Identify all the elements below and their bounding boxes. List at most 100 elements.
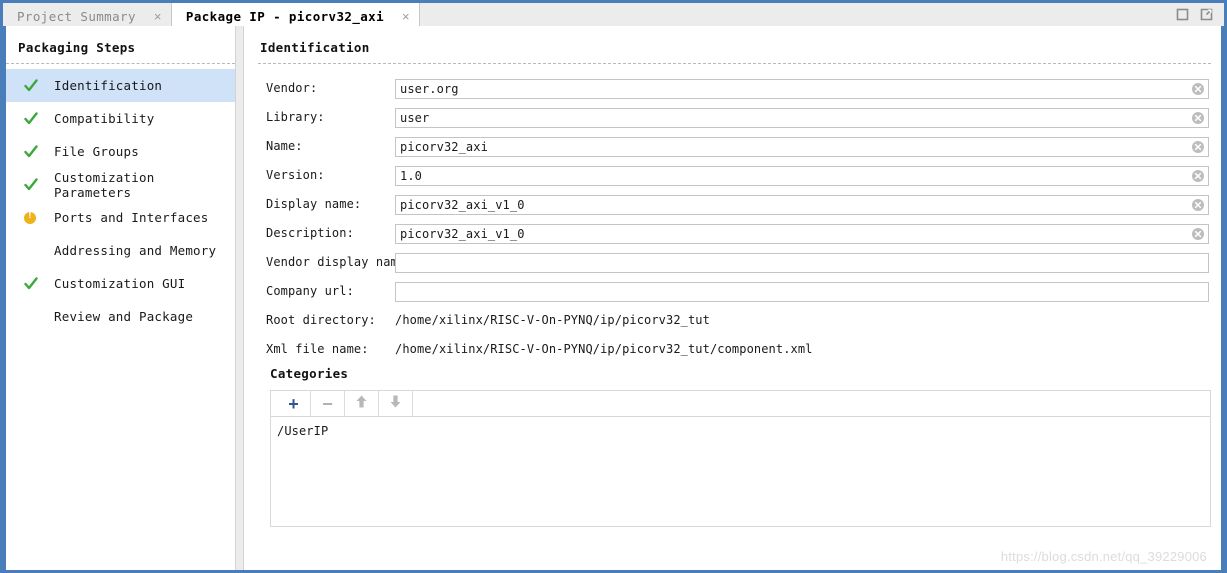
version-field-wrap: [395, 165, 1209, 186]
arrow-up-icon: [355, 394, 368, 413]
clear-icon[interactable]: [1191, 197, 1205, 211]
categories-section: Categories + − /UserIP: [244, 366, 1221, 527]
vendor-label: Vendor:: [266, 80, 318, 95]
tab-bar-filler: [420, 3, 1176, 26]
close-icon[interactable]: ×: [402, 10, 410, 23]
sidebar-item-label: Review and Package: [54, 309, 194, 324]
field-row-display-name: Display name:: [244, 189, 1221, 218]
packaging-steps-title: Packaging Steps: [18, 40, 136, 55]
company-url-input[interactable]: [395, 281, 1209, 302]
field-row-description: Description:: [244, 218, 1221, 247]
maximize-icon[interactable]: [1176, 8, 1189, 21]
categories-box: + − /UserIP: [270, 390, 1211, 527]
company-url-label: Company url:: [266, 283, 354, 298]
library-input[interactable]: [395, 107, 1209, 128]
sidebar-item-identification[interactable]: Identification: [6, 69, 235, 102]
clear-icon[interactable]: [1191, 226, 1205, 240]
field-row-root-directory: Root directory: /home/xilinx/RISC-V-On-P…: [244, 305, 1221, 334]
tab-label: Project Summary: [17, 8, 136, 24]
clear-icon[interactable]: [1191, 168, 1205, 182]
display-name-label: Display name:: [266, 196, 362, 211]
sidebar-item-file-groups[interactable]: File Groups: [6, 135, 235, 168]
tab-label: Package IP - picorv32_axi: [185, 8, 385, 24]
vendor-display-name-input[interactable]: [395, 252, 1209, 273]
vendor-display-name-field-wrap: [395, 252, 1209, 273]
sidebar-item-compatibility[interactable]: Compatibility: [6, 102, 235, 135]
library-label: Library:: [266, 109, 325, 124]
field-row-vendor-display-name: Vendor display name:: [244, 247, 1221, 276]
check-icon: [24, 177, 46, 192]
vendor-display-name-label: Vendor display name:: [266, 254, 413, 269]
sidebar-item-addressing-and-memory[interactable]: Addressing and Memory: [6, 234, 235, 267]
check-icon: [24, 111, 46, 126]
sidebar-item-label: Customization Parameters: [54, 169, 155, 200]
categories-toolbar: + −: [271, 391, 1210, 417]
list-item[interactable]: /UserIP: [277, 423, 1210, 439]
categories-title: Categories: [270, 366, 349, 381]
name-label: Name:: [266, 138, 303, 153]
field-row-company-url: Company url:: [244, 276, 1221, 305]
library-field-wrap: [395, 107, 1209, 128]
company-url-field-wrap: [395, 281, 1209, 302]
version-label: Version:: [266, 167, 325, 182]
sidebar-item-customization-parameters[interactable]: Customization Parameters: [6, 168, 235, 201]
check-icon: [24, 144, 46, 159]
float-window-icon[interactable]: [1200, 8, 1213, 21]
xml-file-name-label: Xml file name:: [266, 341, 369, 356]
title-divider: [258, 63, 1211, 64]
field-row-library: Library:: [244, 102, 1221, 131]
sidebar-item-customization-gui[interactable]: Customization GUI: [6, 267, 235, 300]
move-up-category-button[interactable]: [345, 391, 379, 416]
packaging-steps-panel: Packaging Steps Identification Compatibi…: [3, 26, 236, 570]
field-row-name: Name:: [244, 131, 1221, 160]
sidebar-item-review-and-package[interactable]: Review and Package: [6, 300, 235, 333]
sidebar-item-ports-and-interfaces[interactable]: Ports and Interfaces: [6, 201, 235, 234]
check-icon: [24, 276, 46, 291]
description-label: Description:: [266, 225, 354, 240]
name-field-wrap: [395, 136, 1209, 157]
display-name-input[interactable]: [395, 194, 1209, 215]
vendor-input[interactable]: [395, 78, 1209, 99]
clear-icon[interactable]: [1191, 139, 1205, 153]
field-row-vendor: Vendor:: [244, 73, 1221, 102]
sidebar-item-label: Ports and Interfaces: [54, 210, 209, 225]
package-ip-window: Project Summary × Package IP - picorv32_…: [0, 0, 1227, 573]
description-input[interactable]: [395, 223, 1209, 244]
warning-icon: [24, 210, 46, 224]
display-name-field-wrap: [395, 194, 1209, 215]
sidebar-item-label: Addressing and Memory: [54, 243, 217, 258]
tab-bar: Project Summary × Package IP - picorv32_…: [3, 0, 1224, 29]
close-icon[interactable]: ×: [154, 10, 162, 23]
packaging-steps-list: Identification Compatibility File Groups: [6, 69, 235, 333]
sidebar-item-label: Customization GUI: [54, 276, 186, 291]
check-icon: [24, 78, 46, 93]
arrow-down-icon: [389, 394, 402, 413]
sidebar-item-label: File Groups: [54, 144, 139, 159]
sidebar-item-label: Compatibility: [54, 111, 155, 126]
watermark-text: https://blog.csdn.net/qq_39229006: [1000, 549, 1207, 564]
content-area: Packaging Steps Identification Compatibi…: [3, 26, 1224, 570]
root-directory-label: Root directory:: [266, 312, 376, 327]
add-category-button[interactable]: +: [277, 391, 311, 416]
field-row-xml-file-name: Xml file name: /home/xilinx/RISC-V-On-PY…: [244, 334, 1221, 363]
identification-form: Vendor: Library:: [244, 73, 1221, 363]
description-field-wrap: [395, 223, 1209, 244]
categories-list: /UserIP: [271, 417, 1210, 439]
plus-icon: +: [288, 393, 299, 414]
clear-icon[interactable]: [1191, 81, 1205, 95]
name-input[interactable]: [395, 136, 1209, 157]
identification-panel: Identification Vendor: Library:: [243, 26, 1224, 570]
root-directory-value: /home/xilinx/RISC-V-On-PYNQ/ip/picorv32_…: [395, 312, 710, 327]
version-input[interactable]: [395, 165, 1209, 186]
clear-icon[interactable]: [1191, 110, 1205, 124]
sidebar-divider: [6, 63, 235, 64]
window-controls: [1176, 3, 1224, 26]
minus-icon: −: [322, 393, 333, 414]
field-row-version: Version:: [244, 160, 1221, 189]
move-down-category-button[interactable]: [379, 391, 413, 416]
vendor-field-wrap: [395, 78, 1209, 99]
sidebar-item-label: Identification: [54, 78, 163, 93]
page-title: Identification: [260, 40, 370, 55]
remove-category-button[interactable]: −: [311, 391, 345, 416]
xml-file-name-value: /home/xilinx/RISC-V-On-PYNQ/ip/picorv32_…: [395, 341, 813, 356]
